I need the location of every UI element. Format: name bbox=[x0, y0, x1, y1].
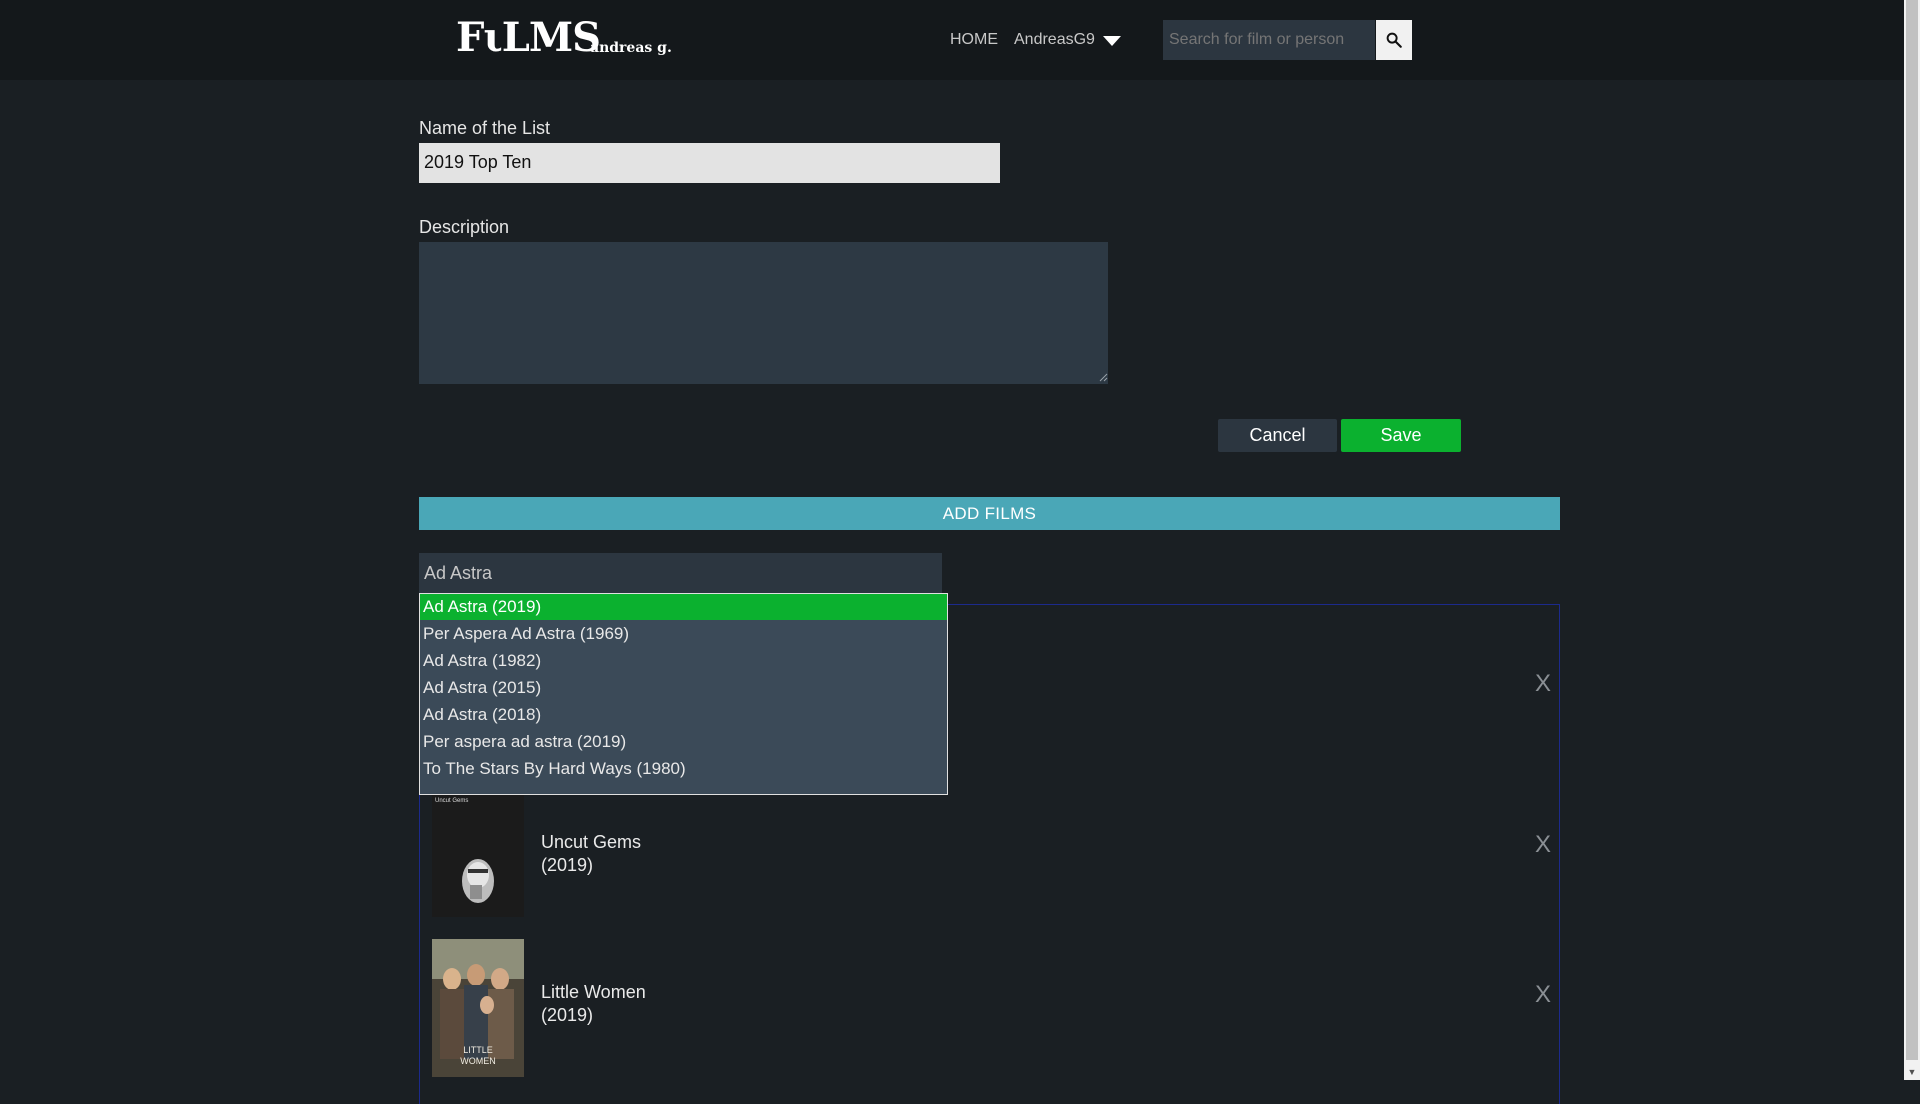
film-title-text: Uncut Gems bbox=[541, 832, 642, 852]
scroll-down-arrow-icon[interactable]: ▼ bbox=[1904, 1064, 1920, 1080]
film-list-item: LITTLE WOMEN Little Women (2019) X bbox=[432, 939, 1552, 1079]
list-name-input[interactable]: 2019 Top Ten bbox=[419, 143, 1000, 183]
description-label: Description bbox=[419, 217, 510, 237]
description-textarea[interactable] bbox=[419, 242, 1108, 384]
nav-home-link[interactable]: HOME bbox=[950, 31, 998, 49]
scrollbar-thumb[interactable] bbox=[1906, 0, 1918, 1060]
logo-subtitle: andreas g. bbox=[590, 40, 672, 56]
suggestion-item[interactable]: Ad Astra (2018) bbox=[423, 702, 947, 728]
search-button[interactable] bbox=[1376, 20, 1412, 60]
film-poster[interactable]: LITTLE WOMEN bbox=[432, 939, 524, 1077]
suggestion-item[interactable]: Per Aspera Ad Astra (1969) bbox=[423, 621, 947, 647]
poster-title-text: Uncut Gems bbox=[435, 798, 468, 804]
remove-film-button[interactable]: X bbox=[1535, 981, 1551, 1009]
user-menu-label: AndreasG9 bbox=[1014, 31, 1095, 48]
suggestion-item[interactable]: Ad Astra (2019) bbox=[420, 594, 947, 620]
save-button[interactable]: Save bbox=[1341, 419, 1461, 452]
add-films-toggle[interactable]: ADD FILMS bbox=[419, 497, 1560, 530]
film-title: Little Women (2019) bbox=[541, 981, 646, 1027]
film-list-item: Uncut Gems Uncut Gems (2019) X bbox=[432, 795, 1552, 919]
poster-title-text: LITTLE bbox=[463, 1045, 493, 1055]
suggestion-item[interactable]: Per aspera ad astra (2019) bbox=[423, 729, 947, 755]
cancel-button[interactable]: Cancel bbox=[1218, 419, 1337, 452]
list-name-label: Name of the List bbox=[419, 118, 551, 138]
film-poster[interactable]: Uncut Gems bbox=[432, 795, 524, 917]
remove-film-button[interactable]: X bbox=[1535, 831, 1551, 859]
film-suggestions-dropdown: Ad Astra (2019) Per Aspera Ad Astra (196… bbox=[419, 593, 948, 795]
suggestion-item[interactable]: To The Stars By Hard Ways (1980) bbox=[423, 756, 947, 782]
film-search-input[interactable]: Ad Astra bbox=[419, 553, 942, 593]
poster-title-text: WOMEN bbox=[460, 1056, 496, 1066]
suggestion-item[interactable]: Ad Astra (1982) bbox=[423, 648, 947, 674]
chevron-down-icon bbox=[1102, 35, 1121, 46]
user-menu-toggle[interactable]: AndreasG9 bbox=[1014, 31, 1121, 49]
top-navbar: FιLMS andreas g. HOME AndreasG9 bbox=[0, 0, 1904, 80]
film-year-text: (2019) bbox=[541, 855, 594, 875]
search-icon bbox=[1386, 32, 1402, 48]
film-year-text: (2019) bbox=[541, 1005, 594, 1025]
resize-handle-icon[interactable] bbox=[1098, 372, 1108, 382]
remove-film-button[interactable]: X bbox=[1535, 670, 1551, 698]
film-title: Uncut Gems (2019) bbox=[541, 831, 641, 877]
site-search-input[interactable] bbox=[1163, 20, 1375, 60]
suggestion-item[interactable]: Ad Astra (2015) bbox=[423, 675, 947, 701]
site-logo[interactable]: FιLMS bbox=[456, 14, 601, 61]
film-title-text: Little Women bbox=[541, 982, 646, 1002]
